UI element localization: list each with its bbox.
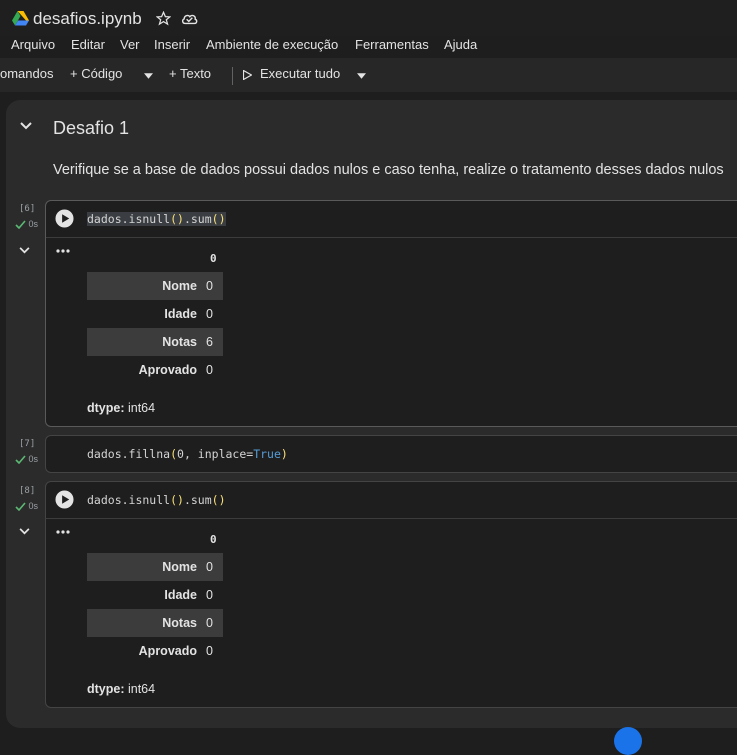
table-row: Nome 0 — [87, 272, 223, 300]
run-all-button[interactable]: Executar tudo — [260, 66, 340, 81]
code-cell[interactable]: dados.isnull().sum() 0 Nome 0 Idade 0 Nota… — [45, 481, 737, 708]
table-row: Nome 0 — [87, 553, 223, 581]
google-drive-icon[interactable] — [12, 11, 29, 26]
execution-count: [8] — [19, 486, 36, 496]
menu-editar[interactable]: Editar — [71, 37, 105, 52]
title-bar: desafios.ipynb — [0, 0, 737, 36]
play-icon — [243, 70, 252, 80]
toolbar-divider — [232, 67, 233, 85]
table-row: Aprovado 0 — [138, 644, 213, 658]
add-text-button[interactable]: + Texto — [169, 66, 211, 81]
floating-action-button[interactable] — [614, 727, 642, 755]
check-icon — [15, 455, 26, 465]
more-options-icon[interactable] — [56, 249, 70, 253]
table-row: Notas 0 — [87, 609, 223, 637]
cell-divider — [46, 237, 737, 238]
code-editor[interactable]: dados.fillna(0, inplace=True) — [87, 447, 288, 461]
execution-status: 0s — [15, 501, 38, 512]
more-options-icon[interactable] — [56, 530, 70, 534]
table-header: 0 — [210, 533, 217, 546]
table-row: Idade 0 — [164, 307, 213, 321]
execution-count: [6] — [19, 204, 36, 214]
dtype-label: dtype: int64 — [87, 682, 156, 696]
execution-status: 0s — [15, 219, 38, 230]
notebook-toolbar: omandos + Código + Texto Executar tudo — [0, 58, 737, 92]
dtype-label: dtype: int64 — [87, 401, 156, 415]
table-header: 0 — [210, 252, 217, 265]
add-code-chevron-down-icon[interactable] — [144, 73, 153, 79]
output-collapse-chevron-icon[interactable] — [19, 247, 30, 254]
code-editor[interactable]: dados.isnull().sum() — [87, 493, 226, 507]
run-cell-button[interactable] — [55, 490, 74, 509]
menu-ambiente-de-execucao[interactable]: Ambiente de execução — [206, 37, 338, 52]
code-cell[interactable]: dados.isnull().sum() 0 Nome 0 Idade 0 Nota… — [45, 200, 737, 427]
table-row: Notas 6 — [87, 328, 223, 356]
section-heading: Desafio 1 — [53, 118, 130, 138]
cloud-saved-icon[interactable] — [181, 12, 198, 25]
execution-count: [7] — [19, 439, 36, 449]
menu-ajuda[interactable]: Ajuda — [444, 37, 477, 52]
code-cell[interactable]: dados.fillna(0, inplace=True) — [45, 435, 737, 473]
menu-inserir[interactable]: Inserir — [154, 37, 190, 52]
menu-arquivo[interactable]: Arquivo — [11, 37, 55, 52]
star-icon[interactable] — [156, 11, 171, 26]
execution-status: 0s — [15, 454, 38, 465]
output-collapse-chevron-icon[interactable] — [19, 528, 30, 535]
add-code-button[interactable]: + Código — [70, 66, 122, 81]
section-collapse-chevron-icon[interactable] — [20, 122, 32, 130]
section-description: Verifique se a base de dados possui dado… — [53, 162, 724, 178]
table-row: Aprovado 0 — [138, 363, 213, 377]
cell-divider — [46, 518, 737, 519]
check-icon — [15, 502, 26, 512]
menu-ferramentas[interactable]: Ferramentas — [355, 37, 429, 52]
table-row: Idade 0 — [164, 588, 213, 602]
run-cell-button[interactable] — [55, 209, 74, 228]
code-editor[interactable]: dados.isnull().sum() — [87, 212, 226, 226]
menu-ver[interactable]: Ver — [120, 37, 140, 52]
commands-button[interactable]: omandos — [0, 66, 53, 81]
notebook-title[interactable]: desafios.ipynb — [33, 9, 142, 29]
run-all-chevron-down-icon[interactable] — [357, 73, 366, 79]
check-icon — [15, 220, 26, 230]
